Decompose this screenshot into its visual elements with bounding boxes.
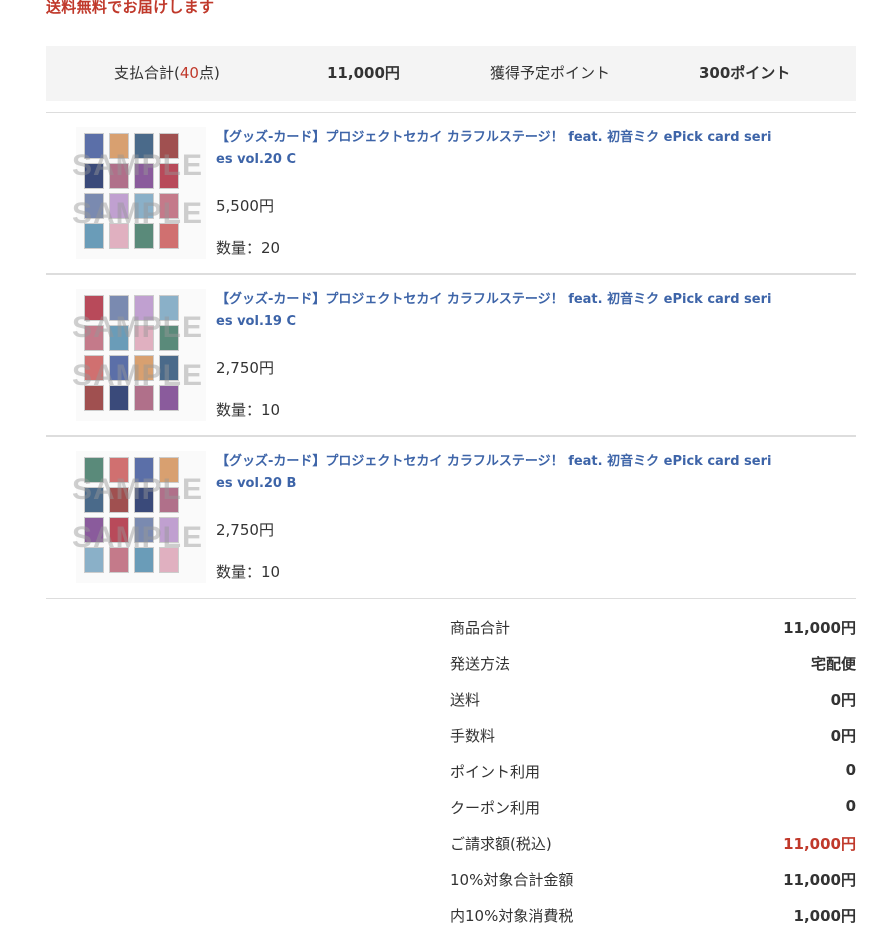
product-quantity: 数量：10: [216, 563, 281, 581]
product-title-link[interactable]: 【グッズ-カード】プロジェクトセカイ カラフルステージ！ feat. 初音ミク …: [216, 289, 776, 333]
payment-total-label: 支払合計(40点): [114, 64, 220, 82]
totals-row-points-used: ポイント利用 0: [450, 761, 856, 781]
product-thumbnail[interactable]: SAMPLE SAMPLE: [72, 451, 206, 583]
product-price: 5,500円: [216, 197, 274, 215]
order-item-list: SAMPLE SAMPLE 【グッズ-カード】プロジェクトセカイ カラフルステー…: [46, 112, 856, 599]
list-item: SAMPLE SAMPLE 【グッズ-カード】プロジェクトセカイ カラフルステー…: [46, 113, 856, 275]
totals-row-coupon-used: クーポン利用 0: [450, 797, 856, 817]
sample-watermark: SAMPLE: [72, 149, 204, 182]
totals-row-handling-fee: 手数料 0円: [450, 727, 856, 745]
product-thumbnail[interactable]: SAMPLE SAMPLE: [72, 289, 206, 421]
expected-points-value: 300ポイント: [699, 64, 791, 82]
product-title-link[interactable]: 【グッズ-カード】プロジェクトセカイ カラフルステージ！ feat. 初音ミク …: [216, 451, 776, 495]
payment-summary-bar: 支払合計(40点) 11,000円 獲得予定ポイント 300ポイント: [46, 46, 856, 101]
totals-row-subtotal: 商品合計 11,000円: [450, 619, 856, 637]
item-count: 40: [179, 64, 199, 82]
product-thumbnail[interactable]: SAMPLE SAMPLE: [72, 127, 206, 259]
totals-row-shipping-fee: 送料 0円: [450, 691, 856, 709]
list-item: SAMPLE SAMPLE 【グッズ-カード】プロジェクトセカイ カラフルステー…: [46, 437, 856, 599]
order-totals: 商品合計 11,000円 発送方法 宅配便 送料 0円 手数料 0円 ポイント利用 0 ク…: [450, 607, 856, 927]
totals-row-shipping-method: 発送方法 宅配便: [450, 655, 856, 673]
totals-row-billing-amount: ご請求額(税込) 11,000円: [450, 835, 856, 853]
free-shipping-notice: 送料無料でお届けします: [46, 0, 215, 16]
product-price: 2,750円: [216, 359, 274, 377]
sample-watermark: SAMPLE: [72, 521, 204, 554]
expected-points-label: 獲得予定ポイント: [490, 64, 611, 82]
product-title-link[interactable]: 【グッズ-カード】プロジェクトセカイ カラフルステージ！ feat. 初音ミク …: [216, 127, 776, 171]
sample-watermark: SAMPLE: [72, 473, 204, 506]
product-quantity: 数量：10: [216, 401, 281, 419]
sample-watermark: SAMPLE: [72, 197, 204, 230]
product-price: 2,750円: [216, 521, 274, 539]
payment-total-amount: 11,000円: [327, 64, 400, 82]
totals-row-taxable-total: 10%対象合計金額 11,000円: [450, 871, 856, 889]
list-item: SAMPLE SAMPLE 【グッズ-カード】プロジェクトセカイ カラフルステー…: [46, 275, 856, 437]
sample-watermark: SAMPLE: [72, 359, 204, 392]
totals-row-consumption-tax: 内10%対象消費税 1,000円: [450, 907, 856, 925]
sample-watermark: SAMPLE: [72, 311, 204, 344]
product-quantity: 数量：20: [216, 239, 281, 257]
